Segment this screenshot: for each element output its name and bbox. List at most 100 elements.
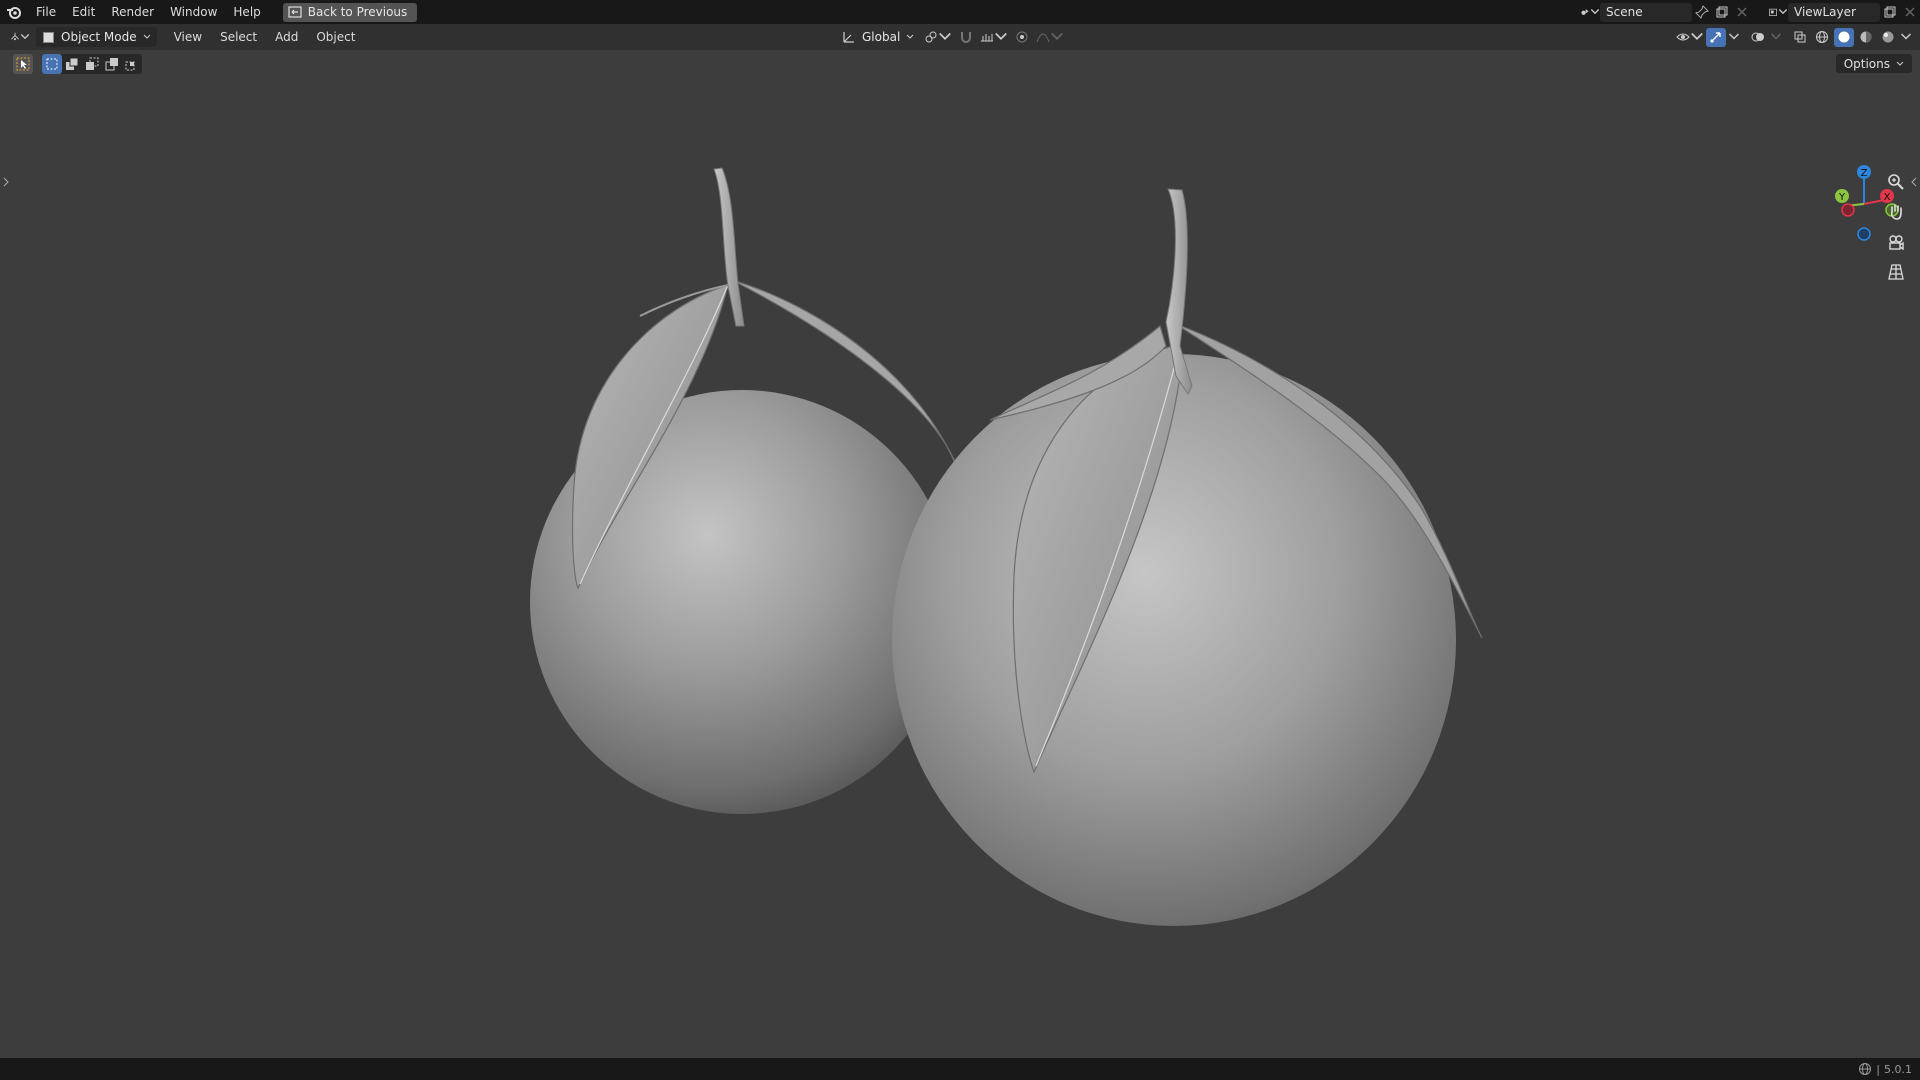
proportional-falloff-select[interactable] [1036,28,1064,47]
select-mode-extend[interactable] [62,54,82,74]
camera-view-button[interactable] [1884,230,1908,254]
pan-button[interactable] [1884,200,1908,224]
shading-wireframe-button[interactable] [1812,28,1832,47]
scene-name-field[interactable]: Scene [1600,2,1692,22]
object-visibility-select[interactable] [1676,28,1704,47]
globe-icon [1859,1063,1872,1075]
menu-window[interactable]: Window [162,0,225,24]
sidebar-expand-arrow-icon[interactable] [1910,176,1918,188]
proportional-editing-toggle[interactable] [1012,28,1032,47]
options-dropdown[interactable]: Options [1835,54,1912,73]
3d-viewport[interactable]: Z Y X [0,76,1920,1058]
pin-scene-button[interactable] [1692,3,1712,22]
transform-orientation-select[interactable]: Global [836,27,920,47]
version-label: 5.0.1 [1884,1062,1912,1076]
gizmo-icon [1710,32,1721,43]
select-cursor-icon [16,57,30,71]
gizmo-z-label: Z [1861,168,1868,179]
interaction-mode-select[interactable]: Object Mode [36,27,157,47]
delete-scene-button[interactable] [1732,3,1752,22]
hand-icon [1890,204,1902,220]
solid-sphere-icon [1838,31,1850,43]
falloff-curve-icon [1036,33,1050,43]
new-viewlayer-button[interactable] [1880,3,1900,22]
select-intersect-icon [125,61,135,71]
toolbar-expand-arrow-icon[interactable] [2,176,10,188]
xray-icon [1794,31,1806,43]
viewlayer-browse-button[interactable] [1768,3,1788,22]
viewlayer-name: ViewLayer [1794,5,1856,19]
zoom-button[interactable] [1884,170,1908,194]
select-mode-intersect[interactable] [122,54,142,74]
menu-help[interactable]: Help [225,0,268,24]
chevron-down-icon [906,34,914,39]
select-mode-new[interactable] [42,54,62,74]
chevron-down-icon [995,32,1008,40]
grid-icon [1888,264,1904,280]
status-bar: | 5.0.1 [0,1058,1920,1080]
transform-tools: Global [836,24,1064,50]
pivot-point-select[interactable] [924,28,952,47]
xray-toggle[interactable] [1790,28,1810,47]
blender-logo-icon[interactable] [6,4,22,20]
chevron-down-icon [1896,61,1904,66]
snap-toggle[interactable] [956,28,976,47]
delete-viewlayer-button[interactable] [1900,3,1920,22]
version-info: | 5.0.1 [1858,1062,1912,1076]
scene-browse-button[interactable] [1580,3,1600,22]
fruit-right-body [892,354,1456,926]
duplicate-icon [1884,6,1896,18]
viewport-scene [530,167,1483,926]
chevron-down-icon [1051,32,1064,40]
back-to-previous-label: Back to Previous [307,5,408,19]
menu-select[interactable]: Select [211,30,266,44]
close-icon [1905,7,1915,17]
show-gizmo-toggle[interactable] [1706,27,1726,47]
fruit-right[interactable] [892,188,1483,926]
chevron-down-icon [1691,32,1703,40]
select-invert-icon [105,58,118,71]
chevron-down-icon [143,34,150,39]
chevron-down-icon [1900,33,1912,40]
back-to-previous-button[interactable]: Back to Previous [282,2,418,22]
menu-file[interactable]: File [28,0,64,24]
shading-options-dropdown[interactable] [1900,28,1912,47]
select-mode-subtract[interactable] [82,54,102,74]
menu-render[interactable]: Render [103,0,162,24]
menu-edit[interactable]: Edit [64,0,103,24]
menu-object[interactable]: Object [307,30,364,44]
camera-icon [1889,235,1904,251]
editor-type-button[interactable] [10,28,30,47]
snap-target-select[interactable] [980,28,1008,47]
gizmo-options-dropdown[interactable] [1728,28,1740,47]
chevron-down-icon [1728,33,1740,40]
shading-material-button[interactable] [1856,28,1876,47]
show-overlays-toggle[interactable] [1748,28,1768,47]
fruit-left[interactable] [530,167,959,814]
shading-solid-button[interactable] [1834,27,1854,47]
fullscreen-exit-icon [288,6,302,18]
overlays-icon [1751,32,1764,42]
viewlayer-name-field[interactable]: ViewLayer [1788,2,1880,22]
scene-name: Scene [1606,5,1643,19]
scene-icon [1581,9,1589,15]
close-icon [1737,7,1747,17]
menu-add[interactable]: Add [266,30,307,44]
gizmo-x-negative[interactable] [1841,203,1855,217]
rendered-sphere-icon [1882,31,1894,43]
menu-view[interactable]: View [165,30,211,44]
chevron-down-icon [1770,33,1782,40]
shading-rendered-button[interactable] [1878,28,1898,47]
active-tool-button[interactable] [13,54,33,74]
perspective-toggle-button[interactable] [1884,260,1908,284]
interaction-mode-value: Object Mode [61,30,137,44]
new-scene-button[interactable] [1712,3,1732,22]
gizmo-z-negative[interactable] [1857,227,1871,241]
tool-settings-row: Options [0,52,1920,74]
overlays-options-dropdown[interactable] [1770,28,1782,47]
viewport-header: Object Mode View Select Add Object Globa… [0,24,1920,50]
magnet-icon [961,32,972,43]
zoom-icon [1888,174,1904,190]
proportional-editing-icon [1016,31,1028,43]
select-mode-invert[interactable] [102,54,122,74]
